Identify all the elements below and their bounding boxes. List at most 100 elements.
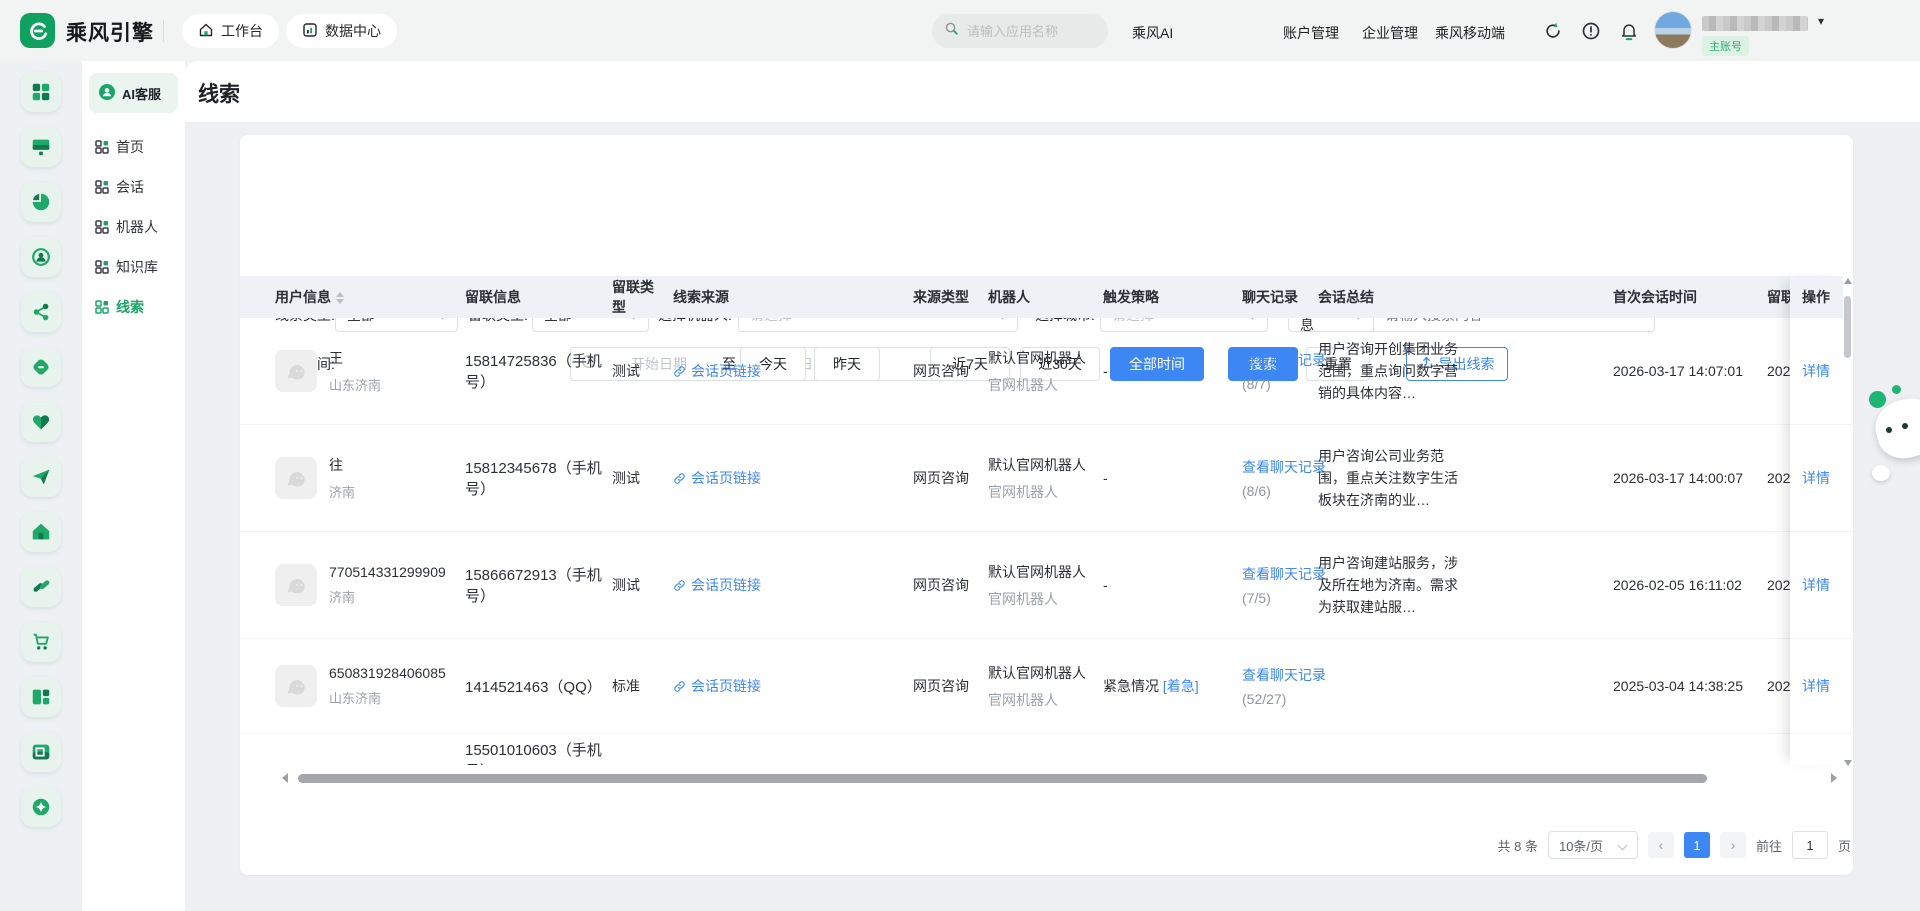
double-slash-icon[interactable] [21, 567, 61, 607]
sidebar-item-home[interactable]: 首页 [82, 127, 185, 167]
bell-icon[interactable] [1616, 18, 1642, 44]
page-title: 线索 [198, 78, 240, 108]
grid-glyph-icon [95, 260, 109, 274]
detail-link[interactable]: 详情 [1802, 676, 1830, 696]
vertical-scrollbar[interactable] [1843, 276, 1852, 768]
first-session-time: 2026-03-17 14:00:07 [1613, 470, 1767, 486]
search-input[interactable] [967, 24, 1087, 39]
alert-circle-icon[interactable] [1578, 18, 1604, 44]
leads-table: 用户信息 留联信息 留联类型 线索来源 来源类型 机器人 触发策略 聊天记录 会… [240, 276, 1853, 765]
paper-plane-icon[interactable] [21, 457, 61, 497]
lead-location: 济南 [329, 587, 446, 606]
dashboard-grid-icon[interactable] [21, 72, 61, 112]
sidebar-app-ai-service[interactable]: AI客服 [89, 73, 178, 113]
horizontal-scrollbar[interactable] [282, 771, 1837, 785]
grid-glyph-icon [95, 180, 109, 194]
sidebar-item-sessions[interactable]: 会话 [82, 167, 185, 207]
total-count: 共 8 条 [1498, 836, 1538, 855]
shopping-cart-icon[interactable] [21, 622, 61, 662]
scroll-up-icon[interactable] [1844, 278, 1852, 284]
browser-window-icon[interactable] [21, 732, 61, 772]
scroll-down-icon[interactable] [1844, 760, 1852, 766]
robot-sub-name: 官网机器人 [988, 690, 1095, 710]
user-avatar[interactable] [1654, 11, 1692, 49]
sidebar-item-leads[interactable]: 线索 [82, 287, 185, 327]
sort-icon[interactable] [336, 292, 344, 304]
trigger-strategy: - [1103, 470, 1108, 486]
col-contact-info: 留联信息 [465, 287, 612, 307]
username-masked[interactable] [1702, 16, 1808, 31]
refresh-icon[interactable] [1540, 18, 1566, 44]
table-row: 往 济南 15812345678（手机号） 测试 会话页链接 网页咨询 默认官网… [240, 425, 1853, 532]
first-session-time: 2025-03-04 14:38:25 [1613, 678, 1767, 694]
page-size-value: 10条/页 [1559, 836, 1603, 855]
app-search[interactable] [932, 14, 1108, 48]
lead-name: 650831928406085 [329, 665, 446, 681]
share-nodes-icon[interactable] [21, 292, 61, 332]
sidebar-item-label: 首页 [116, 137, 144, 157]
view-chat-link[interactable]: 查看聊天记录 [1242, 350, 1326, 370]
session-page-link[interactable]: 会话页链接 [673, 575, 761, 595]
page-size-select[interactable]: 10条/页 [1548, 831, 1638, 859]
link-enterprise-mgmt[interactable]: 企业管理 [1362, 23, 1418, 43]
view-chat-link[interactable]: 查看聊天记录 [1242, 564, 1326, 584]
heart-icon[interactable] [21, 402, 61, 442]
lead-name: 770514331299909 [329, 564, 446, 580]
robot-name: 默认官网机器人 [988, 562, 1095, 582]
horizontal-scroll-thumb[interactable] [298, 774, 1707, 783]
nav-datacenter[interactable]: 数据中心 [286, 14, 397, 48]
detail-link[interactable]: 详情 [1802, 575, 1830, 595]
prev-page-button[interactable]: ‹ [1648, 832, 1674, 858]
trigger-strategy: 紧急情况 [1103, 678, 1159, 694]
col-source-type: 来源类型 [913, 287, 988, 307]
monitor-icon[interactable] [21, 127, 61, 167]
session-page-link[interactable]: 会话页链接 [673, 468, 761, 488]
session-summary: 用户咨询公司业务范围，重点关注数字生活板块在济南的业… [1318, 445, 1470, 511]
mascot-ear [1869, 391, 1886, 408]
detail-link[interactable]: 详情 [1802, 361, 1830, 381]
split-panel-icon[interactable] [21, 677, 61, 717]
col-user-info[interactable]: 用户信息 [275, 287, 465, 307]
nav-workbench[interactable]: 工作台 [182, 14, 279, 48]
current-page-button[interactable]: 1 [1684, 832, 1710, 858]
link-mobile[interactable]: 乘风移动端 [1435, 23, 1505, 43]
session-summary: 用户咨询建站服务，涉及所在地为济南。需求为获取建站服… [1318, 552, 1470, 618]
scroll-right-icon[interactable] [1831, 773, 1837, 783]
view-chat-link[interactable]: 查看聊天记录 [1242, 665, 1326, 685]
pie-chart-icon[interactable] [21, 182, 61, 222]
grid-glyph-icon [95, 140, 109, 154]
table-row: 770514331299909 济南 15866672913（手机号） 测试 会… [240, 532, 1853, 639]
detail-link[interactable]: 详情 [1802, 468, 1830, 488]
chevron-down-icon[interactable]: ▾ [1818, 14, 1824, 28]
assistant-mascot[interactable] [1868, 383, 1920, 498]
session-page-link[interactable]: 会话页链接 [673, 676, 761, 696]
robot-sub-name: 官网机器人 [988, 482, 1095, 502]
session-summary: 用户咨询开创集团业务范围，重点询问数字营销的具体内容… [1318, 338, 1470, 404]
nav-datacenter-label: 数据中心 [325, 21, 381, 41]
sparkle-icon[interactable] [21, 787, 61, 827]
lead-contact: 15812345678（手机号） [465, 457, 612, 499]
lead-avatar [275, 665, 317, 707]
session-page-link[interactable]: 会话页链接 [673, 361, 761, 381]
strategy-tag[interactable]: [着急] [1163, 678, 1199, 694]
vertical-scroll-thumb[interactable] [1844, 296, 1851, 358]
lead-contact-type: 测试 [612, 361, 673, 381]
sidebar-item-knowledge[interactable]: 知识库 [82, 247, 185, 287]
next-page-button[interactable]: › [1720, 832, 1746, 858]
link-chengfeng-ai[interactable]: 乘风AI [1132, 23, 1173, 43]
col-session-summary: 会话总结 [1318, 287, 1613, 307]
link-account-mgmt[interactable]: 账户管理 [1283, 23, 1339, 43]
view-chat-link[interactable]: 查看聊天记录 [1242, 457, 1326, 477]
sidebar-item-label: 会话 [116, 177, 144, 197]
scroll-left-icon[interactable] [282, 773, 288, 783]
lead-contact-type: 测试 [612, 575, 673, 595]
home-icon[interactable] [21, 512, 61, 552]
first-session-time: 2026-03-17 14:07:01 [1613, 363, 1767, 379]
divider [163, 20, 164, 42]
engine-e-icon[interactable] [21, 347, 61, 387]
brand-logo-icon[interactable] [20, 13, 55, 48]
user-headset-icon[interactable] [21, 237, 61, 277]
sidebar-item-robots[interactable]: 机器人 [82, 207, 185, 247]
goto-page-input[interactable] [1792, 831, 1828, 859]
lead-contact: 1414521463（QQ） [465, 676, 612, 697]
